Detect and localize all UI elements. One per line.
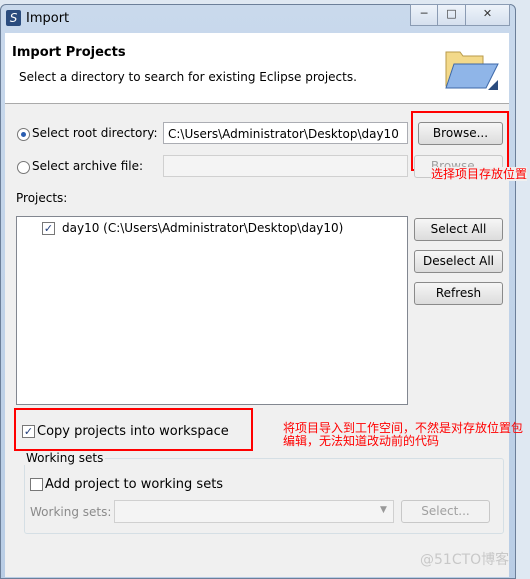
projects-label: Projects: bbox=[16, 191, 68, 205]
working-sets-combo[interactable] bbox=[114, 500, 394, 523]
working-sets-label: Working sets: bbox=[30, 505, 112, 519]
chevron-down-icon[interactable]: ▼ bbox=[380, 505, 387, 515]
select-working-sets-button[interactable]: Select... bbox=[401, 500, 490, 523]
folder-open-icon bbox=[445, 51, 499, 90]
add-to-working-sets-label: Add project to working sets bbox=[45, 477, 224, 492]
root-directory-label: Select root directory: bbox=[32, 126, 158, 140]
page-title: Import Projects bbox=[12, 45, 126, 60]
eclipse-icon: S bbox=[6, 10, 21, 26]
wizard-header bbox=[5, 33, 509, 104]
maximize-button[interactable]: □ bbox=[437, 4, 466, 26]
root-directory-radio[interactable] bbox=[17, 128, 30, 141]
archive-file-label: Select archive file: bbox=[32, 159, 144, 173]
deselect-all-button[interactable]: Deselect All bbox=[414, 250, 503, 273]
refresh-button[interactable]: Refresh bbox=[414, 282, 503, 305]
archive-file-input[interactable] bbox=[163, 155, 408, 177]
project-checkbox[interactable]: ✓ bbox=[42, 222, 55, 235]
project-item-label[interactable]: day10 (C:\Users\Administrator\Desktop\da… bbox=[62, 221, 343, 235]
close-button[interactable]: ✕ bbox=[465, 4, 510, 26]
watermark: @51CTO博客 bbox=[420, 552, 510, 568]
highlight-box bbox=[14, 408, 253, 451]
copy-annotation-line-1: 将项目导入到工作空间，不然是对存放位置包 bbox=[283, 421, 524, 435]
archive-file-radio[interactable] bbox=[17, 161, 30, 174]
working-sets-group-label: Working sets bbox=[24, 451, 106, 465]
page-description: Select a directory to search for existin… bbox=[19, 70, 357, 84]
window-title: Import bbox=[26, 11, 70, 26]
select-all-button[interactable]: Select All bbox=[414, 218, 503, 241]
projects-list bbox=[16, 216, 408, 405]
browse-annotation: 选择项目存放位置 bbox=[431, 167, 528, 181]
copy-annotation-line-2: 编辑，无法知道改动前的代码 bbox=[283, 434, 440, 448]
add-to-working-sets-checkbox[interactable] bbox=[30, 478, 43, 491]
root-directory-input[interactable]: C:\Users\Administrator\Desktop\day10 bbox=[163, 122, 408, 144]
minimize-button[interactable]: ─ bbox=[410, 4, 438, 26]
